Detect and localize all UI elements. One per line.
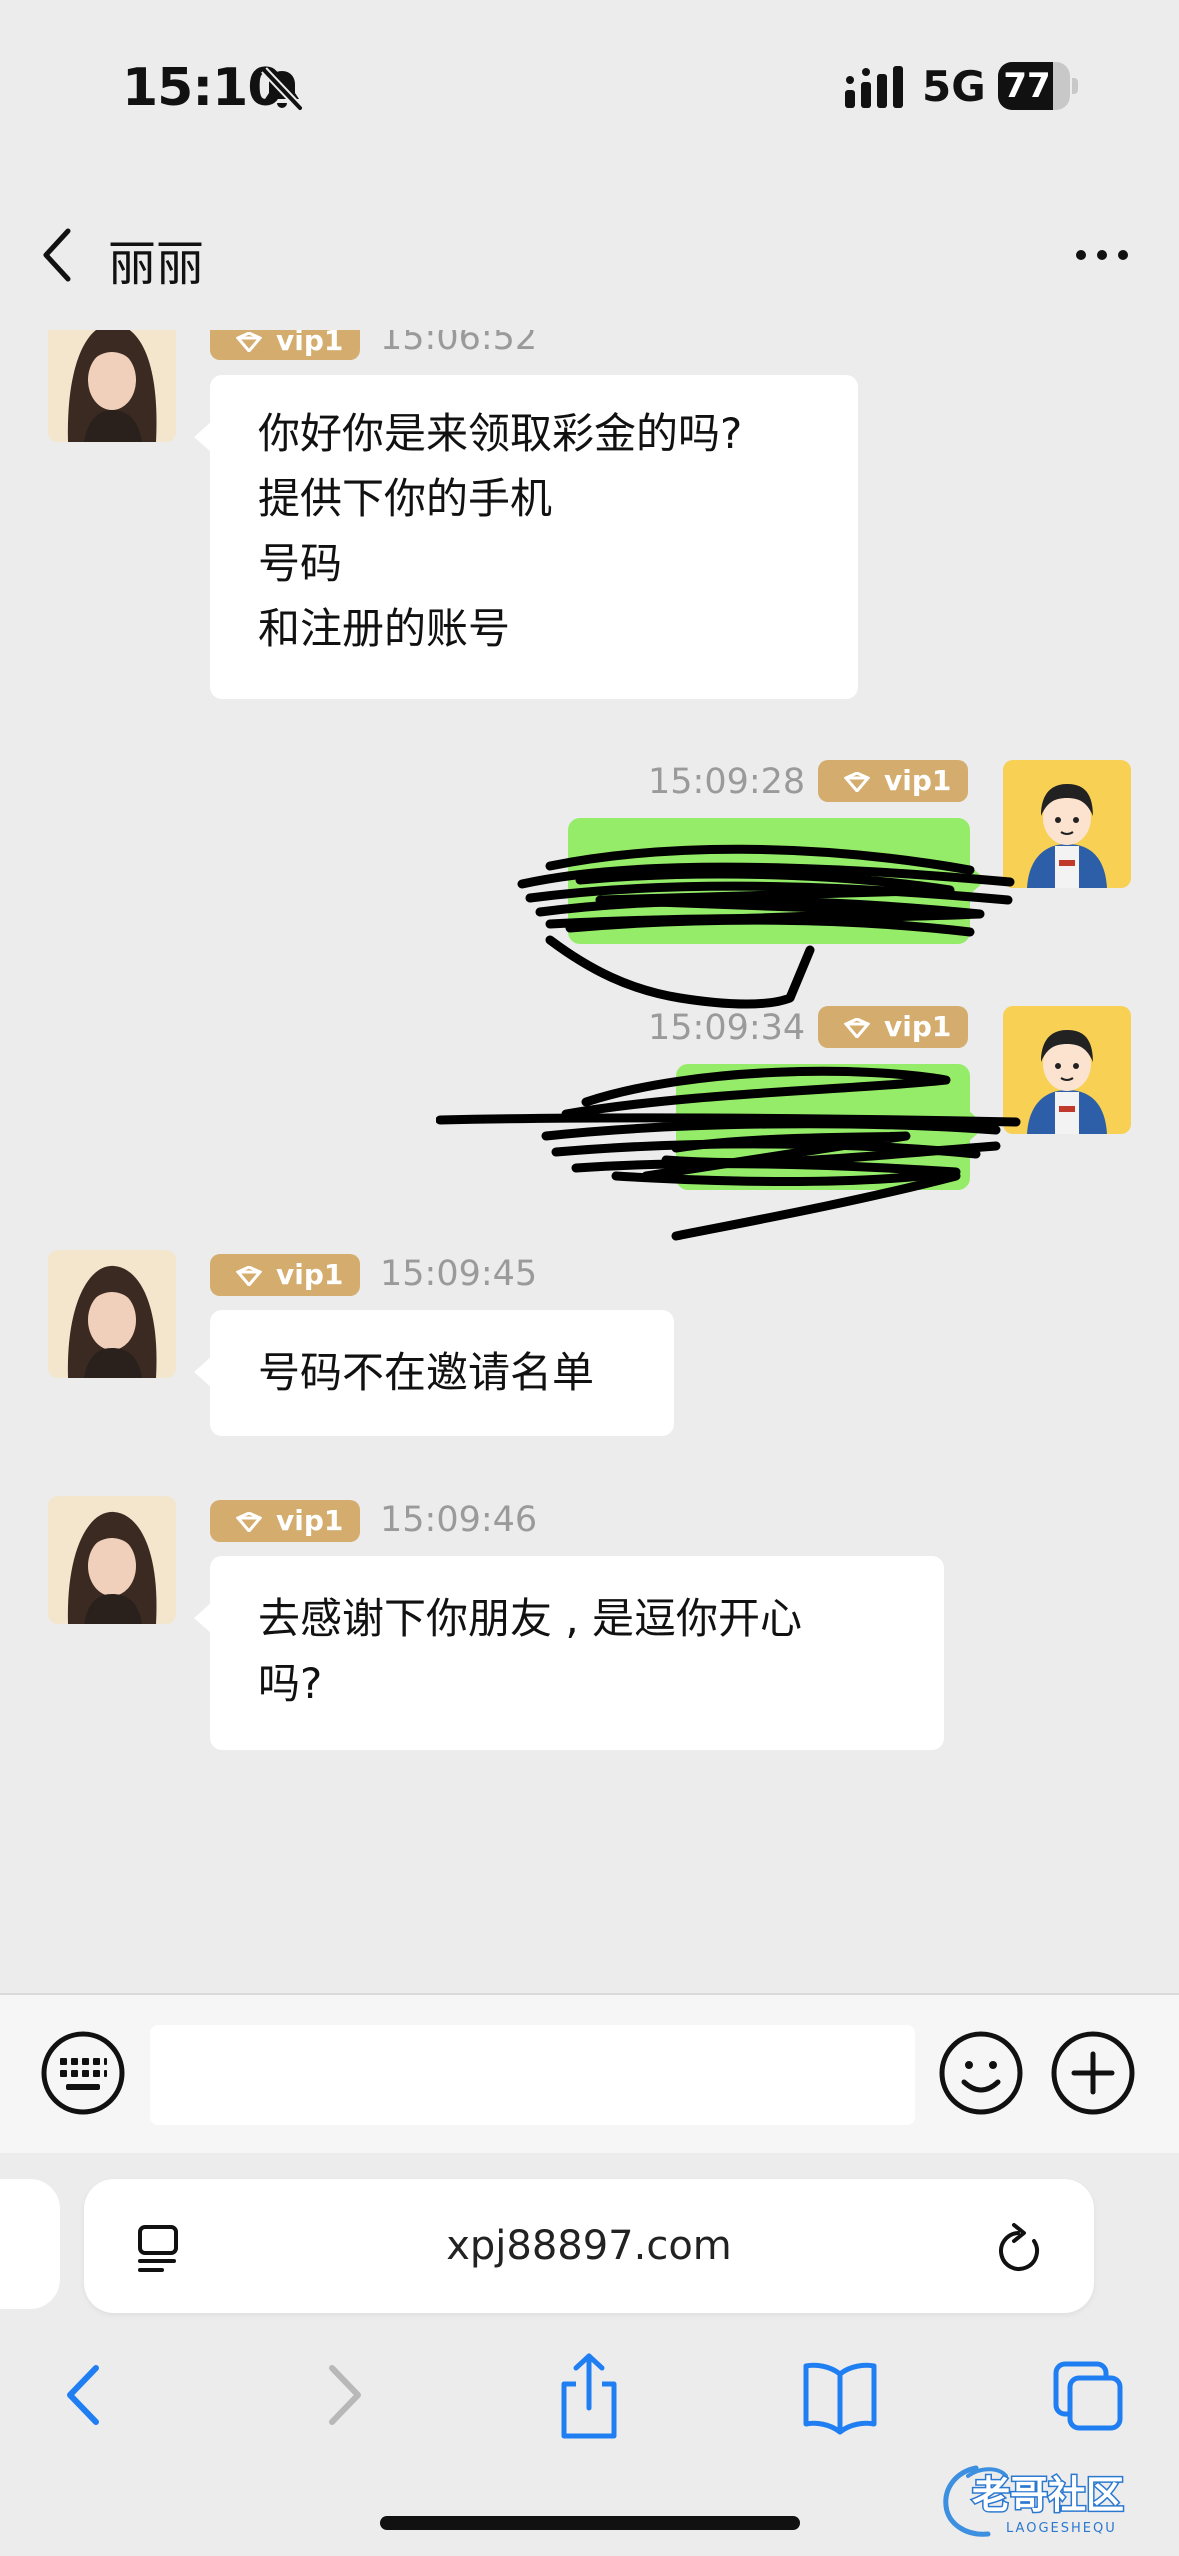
message-bubble[interactable]: 号码不在邀请名单: [194, 1310, 674, 1436]
message-bubble-redacted[interactable]: [568, 818, 986, 944]
back-nav-icon[interactable]: [60, 2350, 110, 2440]
watermark-logo: 老哥社区 LAOGESHEQU: [943, 2465, 1126, 2537]
svg-text:老哥社区: 老哥社区: [972, 2473, 1124, 2517]
battery-indicator: 77: [998, 62, 1078, 110]
vip-diamond-icon: [844, 1018, 870, 1038]
avatar[interactable]: [48, 1496, 176, 1624]
back-chevron-icon[interactable]: [38, 225, 78, 285]
address-bar[interactable]: xpj88897.com: [84, 2179, 1094, 2313]
battery-cap: [1072, 78, 1078, 94]
vip-badge: vip1: [210, 320, 360, 360]
emoji-icon[interactable]: [938, 2030, 1024, 2116]
network-type: 5G: [922, 62, 986, 111]
message-text-line: 号码不在邀请名单: [258, 1348, 595, 1397]
avatar[interactable]: [48, 302, 176, 442]
vip-badge: vip1: [210, 1500, 360, 1542]
avatar-girl-icon: [48, 1496, 176, 1624]
message-text-line: 去感谢下你朋友 , 是逗你开心: [258, 1594, 803, 1643]
message-text-line: 你好你是来领取彩金的吗?: [258, 409, 743, 458]
message-input[interactable]: [150, 2025, 915, 2125]
vip-diamond-icon: [236, 1266, 262, 1286]
avatar[interactable]: [48, 1250, 176, 1378]
message-bubble[interactable]: 去感谢下你朋友 , 是逗你开心 吗?: [194, 1556, 944, 1750]
vip-diamond-icon: [236, 332, 262, 352]
message-time: 15:09:45: [380, 1254, 538, 1294]
forward-nav-icon[interactable]: [318, 2350, 368, 2440]
message-text-line: 提供下你的手机: [258, 474, 553, 523]
avatar-girl-icon: [48, 1250, 176, 1378]
add-attachment-icon[interactable]: [1050, 2030, 1136, 2116]
vip-badge: vip1: [818, 1006, 968, 1048]
share-icon[interactable]: [556, 2350, 622, 2440]
keyboard-toggle-icon[interactable]: [40, 2030, 126, 2116]
vip-diamond-icon: [844, 772, 870, 792]
message-time: 15:09:28: [648, 762, 806, 802]
message-text-line: 和注册的账号: [258, 604, 511, 653]
avatar[interactable]: [1003, 1006, 1131, 1134]
battery-level: 77: [1003, 66, 1051, 106]
message-input-bar: [0, 1993, 1179, 2153]
message-text-line: 号码: [258, 539, 343, 588]
message-bubble[interactable]: 你好你是来领取彩金的吗? 提供下你的手机 号码 和注册的账号: [194, 375, 858, 699]
previous-tab-card[interactable]: [0, 2179, 60, 2309]
avatar-cartoon-icon: [1003, 1006, 1131, 1134]
message-bubble-redacted[interactable]: [676, 1064, 986, 1190]
vip-badge: vip1: [210, 1254, 360, 1296]
svg-text:LAOGESHEQU: LAOGESHEQU: [1006, 2521, 1117, 2536]
message-text-line: 吗?: [258, 1659, 323, 1708]
message-time: 15:06:52: [380, 318, 538, 358]
vip-badge: vip1: [818, 760, 968, 802]
bell-muted-icon: [261, 67, 303, 111]
message-time: 15:09:34: [648, 1008, 806, 1048]
reload-icon[interactable]: [994, 2221, 1046, 2275]
home-indicator: [380, 2516, 800, 2530]
url-text: xpj88897.com: [446, 2223, 732, 2269]
vip-diamond-icon: [236, 1512, 262, 1532]
more-options-icon[interactable]: [1075, 240, 1129, 270]
bookmarks-icon[interactable]: [800, 2350, 880, 2440]
avatar[interactable]: [1003, 760, 1131, 888]
message-time: 15:09:46: [380, 1500, 538, 1540]
chat-title: 丽丽: [108, 236, 205, 292]
avatar-cartoon-icon: [1003, 760, 1131, 888]
avatar-girl-icon: [48, 302, 176, 442]
tabs-icon[interactable]: [1052, 2350, 1124, 2440]
cellular-signal-icon: [845, 66, 903, 108]
